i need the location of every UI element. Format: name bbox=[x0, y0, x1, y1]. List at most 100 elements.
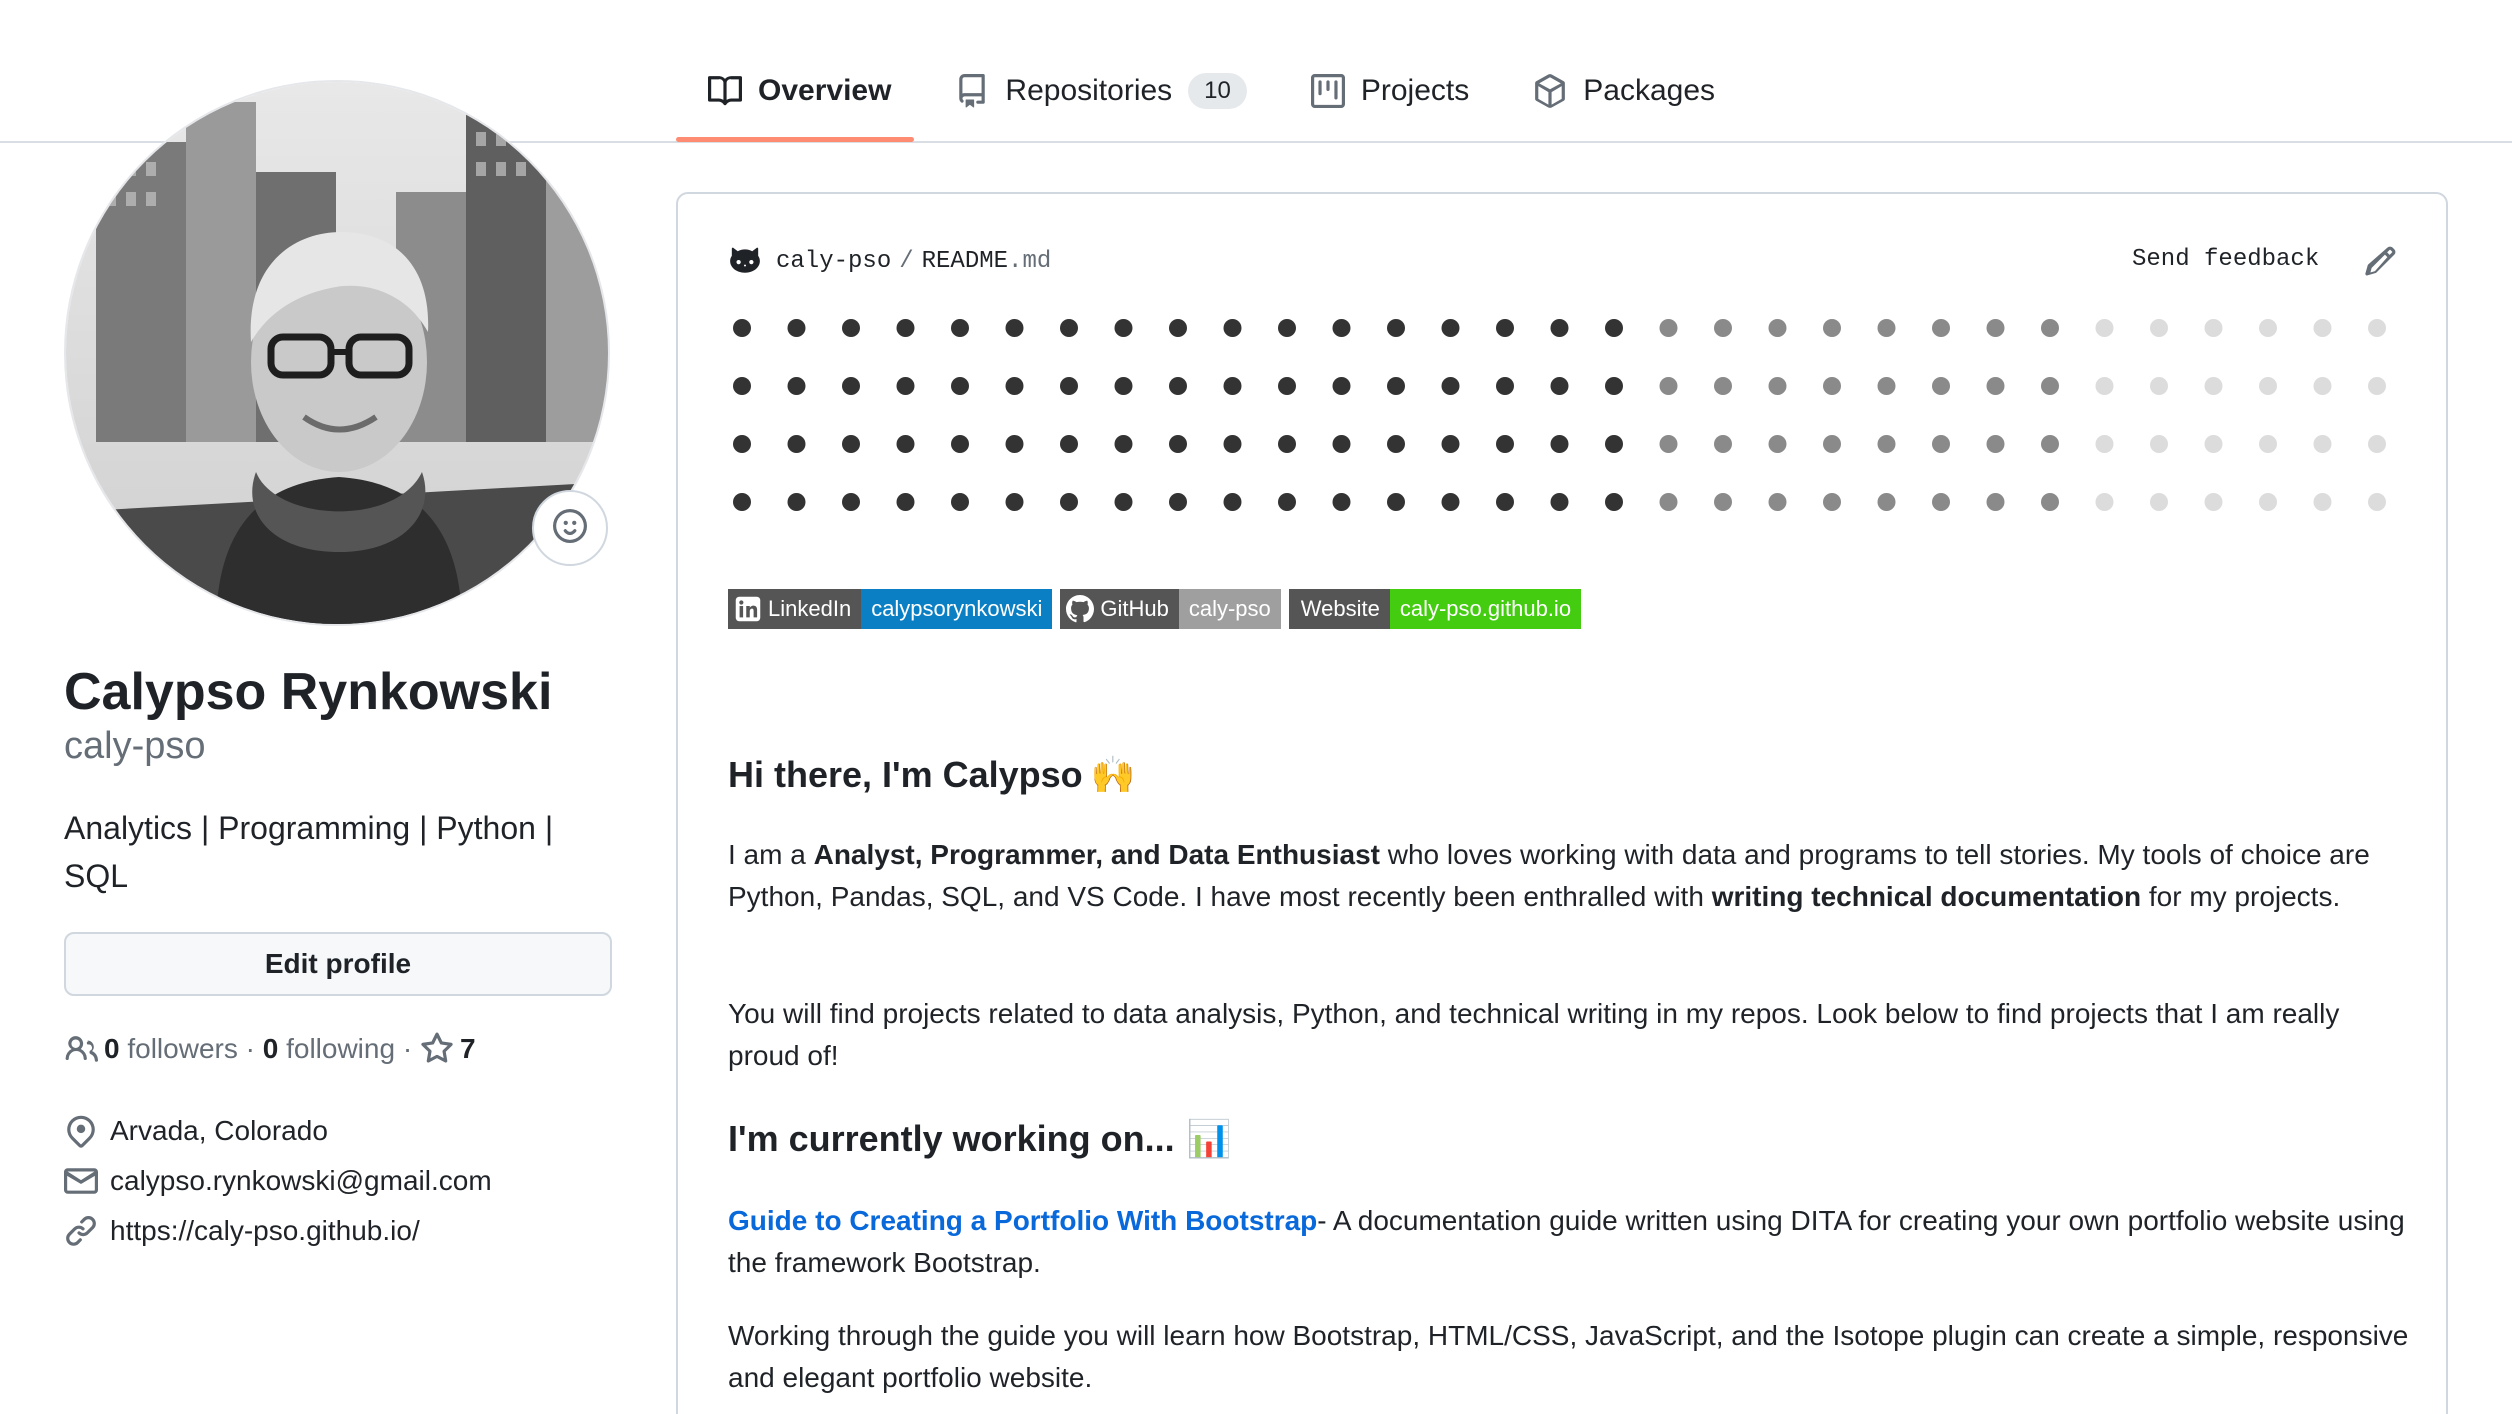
linkedin-badge[interactable]: LinkedIn calypsorynkowski bbox=[728, 589, 1053, 629]
readme-intro-paragraph: I am a Analyst, Programmer, and Data Ent… bbox=[728, 834, 2418, 918]
decorative-dot bbox=[842, 493, 860, 511]
decorative-dot bbox=[1550, 435, 1569, 453]
readme-heading-working-on: I'm currently working on... 📊 bbox=[728, 1118, 1231, 1160]
decorative-dot bbox=[1823, 493, 1841, 511]
heading-text: Hi there, I'm Calypso bbox=[728, 754, 1083, 795]
decorative-dot bbox=[1332, 319, 1351, 337]
decorative-dot bbox=[1114, 435, 1133, 453]
decorative-dot bbox=[2041, 377, 2059, 395]
following-label: following bbox=[286, 1033, 396, 1064]
decorative-dot bbox=[1496, 435, 1514, 453]
send-feedback-link[interactable]: Send feedback bbox=[2132, 246, 2319, 273]
decorative-dot bbox=[1005, 435, 1024, 453]
website-badge[interactable]: Website caly-pso.github.io bbox=[1288, 589, 1582, 629]
decorative-dot bbox=[2041, 319, 2059, 337]
profile-full-name: Calypso Rynkowski bbox=[64, 663, 553, 721]
decorative-dot bbox=[1550, 493, 1569, 511]
decorative-dot bbox=[1768, 377, 1787, 395]
email-link[interactable]: calypso.rynkowski@gmail.com bbox=[110, 1165, 492, 1197]
stars-link[interactable]: 7 bbox=[420, 1032, 476, 1066]
github-badge[interactable]: GitHub caly-pso bbox=[1060, 589, 1281, 629]
website-link[interactable]: https://caly-pso.github.io/ bbox=[110, 1215, 420, 1247]
tab-repositories-label: Repositories bbox=[1005, 74, 1173, 107]
tab-overview[interactable]: Overview bbox=[676, 60, 923, 122]
decorative-dot bbox=[1441, 493, 1460, 511]
decorative-dot bbox=[1714, 377, 1732, 395]
decorative-dot bbox=[1877, 435, 1896, 453]
decorative-dot bbox=[1332, 377, 1351, 395]
decorative-dot bbox=[1768, 435, 1787, 453]
decorative-dot bbox=[1768, 493, 1787, 511]
decorative-dot bbox=[1986, 377, 2005, 395]
active-tab-indicator bbox=[676, 137, 914, 142]
decorative-dot bbox=[2368, 377, 2386, 395]
decorative-dot bbox=[2095, 493, 2114, 511]
decorative-dot bbox=[951, 377, 969, 395]
tab-packages[interactable]: Packages bbox=[1501, 60, 1747, 122]
decorative-dot bbox=[1114, 377, 1133, 395]
decorative-dot bbox=[1932, 493, 1950, 511]
decorative-dot bbox=[1223, 319, 1242, 337]
repositories-count-badge: 10 bbox=[1188, 73, 1247, 109]
heading-text: I'm currently working on... bbox=[728, 1118, 1175, 1159]
decorative-dot bbox=[1060, 493, 1078, 511]
decorative-dot bbox=[1441, 435, 1460, 453]
intro-bold-2: writing technical documentation bbox=[1711, 881, 2142, 912]
decorative-dot bbox=[2095, 435, 2114, 453]
badge-label: LinkedIn bbox=[728, 589, 862, 629]
decorative-dot bbox=[896, 435, 915, 453]
decorative-dot bbox=[1659, 319, 1678, 337]
tab-projects[interactable]: Projects bbox=[1279, 60, 1501, 122]
decorative-dot bbox=[1768, 319, 1787, 337]
decorative-dot bbox=[2150, 435, 2168, 453]
intro-text-a: I am a bbox=[728, 839, 814, 870]
following-link[interactable]: 0 following bbox=[263, 1033, 395, 1065]
decorative-dot bbox=[1714, 435, 1732, 453]
edit-profile-button[interactable]: Edit profile bbox=[64, 932, 612, 996]
followers-link[interactable]: 0 followers bbox=[104, 1033, 238, 1065]
decorative-dot bbox=[1496, 377, 1514, 395]
mail-icon bbox=[64, 1164, 98, 1198]
decorative-dot bbox=[1169, 319, 1187, 337]
decorative-dot bbox=[1441, 377, 1460, 395]
dot-pattern-banner bbox=[733, 319, 2386, 511]
profile-email: calypso.rynkowski@gmail.com bbox=[64, 1164, 492, 1198]
decorative-dot bbox=[2095, 319, 2114, 337]
project-board-icon bbox=[1310, 74, 1345, 108]
decorative-dot bbox=[1278, 435, 1296, 453]
octocat-icon bbox=[728, 244, 762, 278]
linkedin-icon bbox=[734, 595, 762, 623]
badge-value: caly-pso.github.io bbox=[1389, 589, 1582, 629]
decorative-dot bbox=[1823, 319, 1841, 337]
decorative-dot bbox=[2259, 493, 2277, 511]
decorative-dot bbox=[1387, 493, 1405, 511]
readme-owner[interactable]: caly-pso bbox=[776, 248, 891, 275]
decorative-dot bbox=[1169, 493, 1187, 511]
set-status-button[interactable] bbox=[532, 490, 608, 566]
decorative-dot bbox=[1932, 435, 1950, 453]
decorative-dot bbox=[1005, 377, 1024, 395]
decorative-dot bbox=[787, 435, 806, 453]
tab-overview-label: Overview bbox=[758, 74, 892, 107]
avatar[interactable] bbox=[64, 80, 610, 626]
decorative-dot bbox=[1278, 493, 1296, 511]
tab-repositories[interactable]: Repositories 10 bbox=[923, 60, 1278, 122]
guide-link[interactable]: Guide to Creating a Portfolio With Boots… bbox=[728, 1205, 1317, 1236]
github-icon bbox=[1066, 595, 1095, 623]
pencil-icon[interactable] bbox=[2364, 244, 2398, 278]
tab-projects-label: Projects bbox=[1360, 74, 1470, 107]
readme-extension: .md bbox=[1008, 247, 1052, 275]
decorative-dot bbox=[1714, 493, 1732, 511]
avatar-container bbox=[64, 80, 610, 626]
decorative-dot bbox=[2259, 377, 2277, 395]
smiley-icon bbox=[553, 508, 587, 548]
decorative-dot bbox=[787, 377, 806, 395]
decorative-dot bbox=[1605, 377, 1623, 395]
readme-guide-detail-paragraph: Working through the guide you will learn… bbox=[728, 1320, 2409, 1393]
decorative-dot bbox=[842, 319, 860, 337]
badge-label: GitHub bbox=[1060, 589, 1179, 629]
readme-filename: README bbox=[921, 247, 1009, 275]
intro-text-c: for my projects. bbox=[2141, 881, 2341, 912]
decorative-dot bbox=[2313, 435, 2332, 453]
badge-label-text: LinkedIn bbox=[768, 596, 852, 621]
